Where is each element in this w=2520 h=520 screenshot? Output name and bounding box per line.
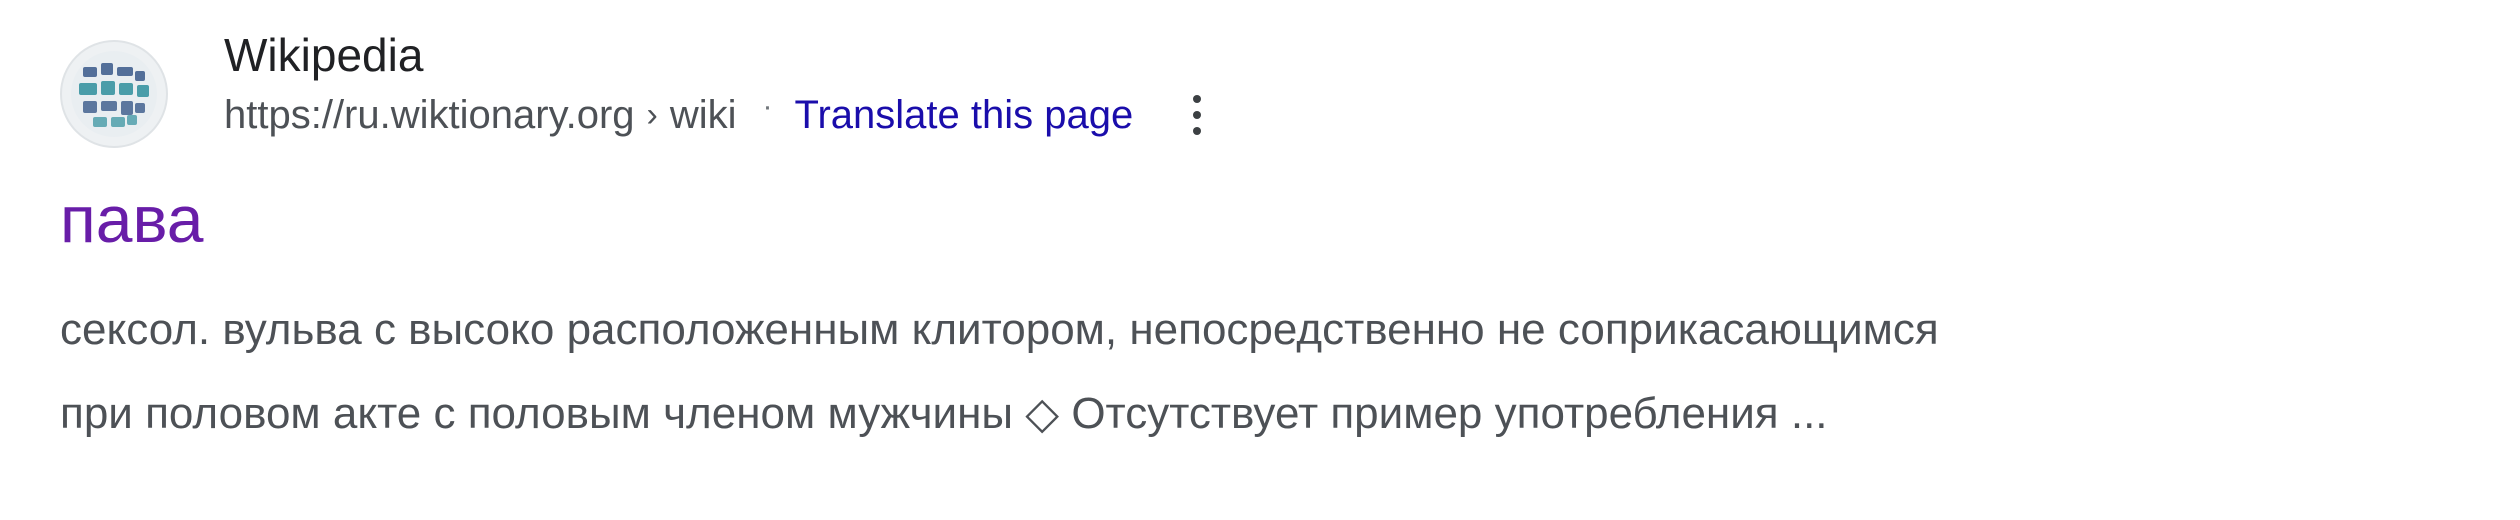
result-source[interactable]: Wikipedia https://ru.wiktionary.org › wi… [60,24,2500,148]
translate-this-page-link[interactable]: Translate this page [795,86,1134,144]
url-path[interactable]: wiki [670,86,737,144]
snippet-line: при половом акте с половым членом мужчин… [60,389,1828,438]
vertical-ellipsis-icon[interactable] [1185,86,1209,144]
breadcrumb-separator: › [646,96,658,134]
snippet-line: сексол. вульва с высоко расположенным кл… [60,305,1939,354]
search-result: Wikipedia https://ru.wiktionary.org › wi… [60,24,2500,456]
dot-separator: · [762,90,773,123]
result-snippet: сексол. вульва с высоко расположенным кл… [60,288,2520,456]
url-domain[interactable]: https://ru.wiktionary.org [224,86,635,144]
site-name[interactable]: Wikipedia [224,24,1209,86]
url-breadcrumb: https://ru.wiktionary.org › wiki · Trans… [224,86,1209,144]
wiktionary-logo-icon [60,40,168,148]
source-text: Wikipedia https://ru.wiktionary.org › wi… [224,24,1209,144]
result-title-link[interactable]: пава [60,176,203,262]
